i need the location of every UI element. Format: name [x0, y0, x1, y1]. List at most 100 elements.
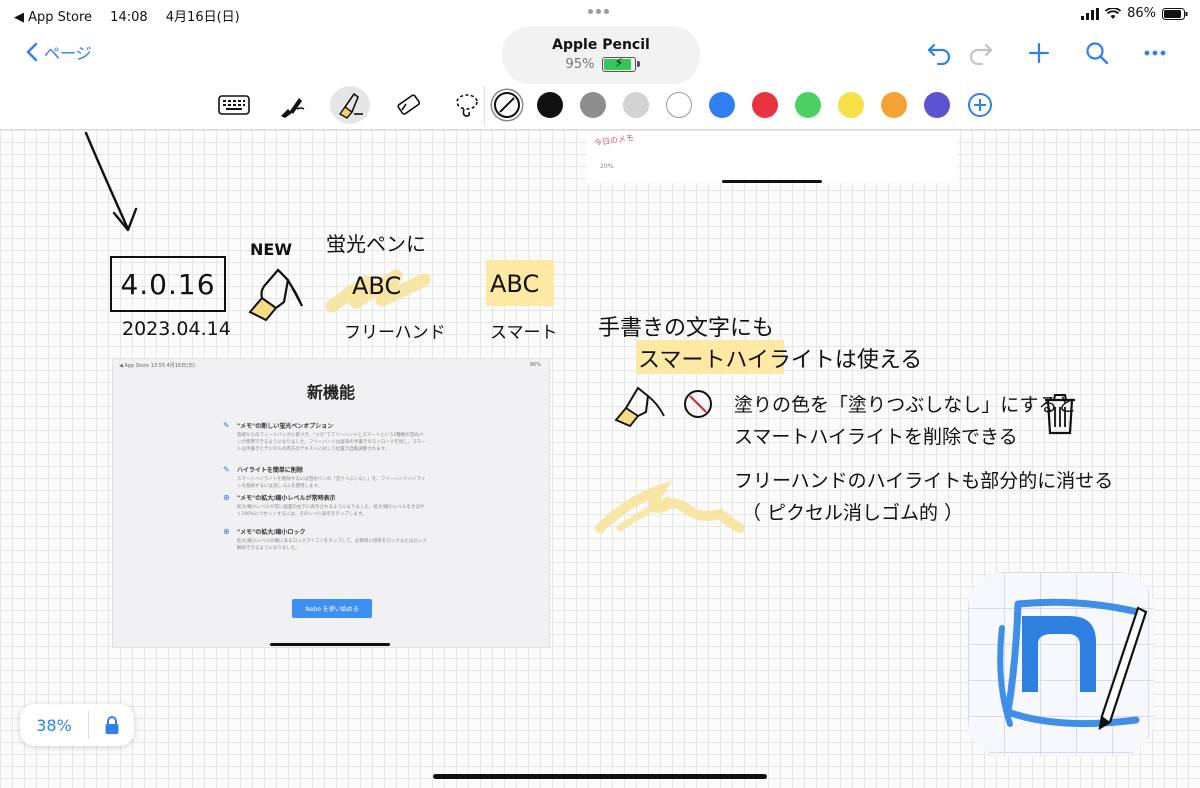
top-actions: [920, 38, 1174, 68]
color-palette: [494, 86, 993, 124]
plus-icon: [1028, 42, 1050, 64]
image-resize-handle[interactable]: [270, 643, 390, 646]
embedded-top-text: 今日のメモ: [593, 133, 635, 148]
zoom-level-button[interactable]: 38%: [20, 716, 88, 735]
battery-icon: [1162, 7, 1188, 20]
note-line-1: 手書きの文字にも: [598, 316, 775, 341]
tool-picker: [214, 86, 486, 124]
back-to-app-link[interactable]: ◀ App Store: [14, 10, 92, 25]
status-bar-right: 86%: [1081, 6, 1188, 21]
delete-line-1: 塗りの色を「塗りつぶしなし」にすると: [734, 394, 1077, 416]
redo-icon: [969, 43, 993, 65]
color-swatch-red[interactable]: [752, 92, 778, 118]
note-line-2: スマートハイライトは使える: [638, 342, 922, 374]
color-swatch-white[interactable]: [666, 92, 692, 118]
more-button[interactable]: [1136, 38, 1174, 68]
color-swatch-gray[interactable]: [580, 92, 606, 118]
delete-line-2: スマートハイライトを削除できる: [734, 426, 1018, 448]
pen-tool[interactable]: [272, 86, 312, 124]
more-icon: [1144, 50, 1166, 56]
pencil-battery-percent: 95%: [565, 57, 595, 72]
status-date: 4月16日(日): [165, 10, 240, 25]
highlighter-icon: ✎: [223, 465, 230, 474]
shot-feature-1: ✎ "メモ"の新しい蛍光ペンオプション 皆様からのフィードバックに基づき、"メモ…: [223, 421, 427, 453]
add-button[interactable]: [1020, 38, 1058, 68]
nebo-app-icon: [968, 572, 1154, 756]
shot-feature-heading: "メモ"の新しい蛍光ペンオプション: [237, 423, 334, 430]
lasso-icon: [456, 94, 478, 117]
search-button[interactable]: [1078, 38, 1116, 68]
shot-feature-body: 拡大/縮小レベルの横にあるロックアイコンをタップして、必要時に倍率をロックまたは…: [237, 539, 427, 551]
top-bar: ◀ App Store 14:08 4月16日(日) 86% ページ Apple…: [0, 0, 1200, 130]
shot-feature-4: ⊕ "メモ"の拡大/縮小ロック 拡大/縮小レベルの横にあるロックアイコンをタップ…: [223, 527, 427, 552]
chevron-left-icon: [26, 42, 38, 62]
highlighter-drawing-icon: [248, 268, 303, 322]
partial-freehand-highlight: [595, 480, 745, 533]
highlighter-drawing-icon-2: [614, 386, 665, 428]
color-swatch-none[interactable]: [494, 92, 520, 118]
embedded-whats-new-screenshot[interactable]: ◀ App Store 13:55 4月16日(日) 90% 新機能 ✎ "メモ…: [112, 358, 550, 648]
color-swatch-blue[interactable]: [709, 92, 735, 118]
color-swatch-black[interactable]: [537, 92, 563, 118]
color-swatch-green[interactable]: [795, 92, 821, 118]
back-to-pages-button[interactable]: ページ: [26, 40, 92, 64]
plus-circle-icon: [968, 93, 992, 117]
zoom-control: 38%: [20, 704, 134, 746]
charging-battery-icon: ⚡: [602, 56, 641, 72]
arrow-drawing: [84, 131, 138, 232]
trash-icon: [1045, 394, 1075, 435]
embedded-top-handle: [722, 180, 822, 183]
nebo-logo-icon: [997, 598, 1148, 731]
zoom-icon: ⊕: [223, 527, 230, 536]
back-label: ページ: [44, 44, 92, 63]
new-label: NEW: [250, 240, 292, 259]
home-indicator[interactable]: [433, 774, 767, 779]
version-number: 4.0.16: [110, 256, 226, 312]
shot-feature-3: ⊕ "メモ"の拡大/縮小レベルが常時表示 拡大/縮小レベルが常に画面の左下に表示…: [223, 493, 427, 518]
status-time: 14:08: [110, 10, 148, 25]
shot-status-left: ◀ App Store 13:55 4月16日(日): [119, 363, 196, 369]
color-swatch-orange[interactable]: [881, 92, 907, 118]
signal-icon: [1081, 7, 1100, 20]
shot-feature-body: 皆様からのフィードバックに基づき、"メモ"でフリーハンドとスマートという2種類の…: [237, 433, 426, 452]
multitasking-dots[interactable]: [588, 9, 609, 14]
shot-start-button: Nebo を使い始める: [292, 599, 372, 618]
keyboard-tool[interactable]: [214, 86, 254, 124]
zoom-icon: ⊕: [223, 493, 230, 502]
highlighter-icon: [338, 92, 363, 119]
no-fill-icon: [684, 390, 712, 418]
embedded-image-top: 今日のメモ 20%: [586, 131, 958, 183]
zoom-lock-button[interactable]: [89, 715, 134, 735]
toolbar-divider: [484, 86, 485, 126]
add-color-button[interactable]: [967, 92, 993, 118]
redo-button[interactable]: [962, 38, 1000, 68]
abc-smart: ABC: [490, 270, 540, 298]
highlighter-tool[interactable]: [330, 86, 370, 124]
shot-status-right: 90%: [529, 362, 541, 368]
undo-icon: [927, 43, 951, 65]
highlighter-icon: ✎: [223, 421, 230, 430]
release-date: 2023.04.14: [122, 318, 231, 340]
search-icon: [1086, 42, 1109, 65]
highlighter-caption: 蛍光ペンに: [326, 232, 426, 256]
smart-caption: スマート: [490, 323, 558, 343]
shot-feature-body: スマートハイライトを削除するには蛍光ペンの「塗りつぶしなし」を、フリーハンドハイ…: [237, 477, 426, 489]
color-swatch-yellow[interactable]: [838, 92, 864, 118]
color-swatch-light-gray[interactable]: [623, 92, 649, 118]
pen-icon: [281, 98, 305, 118]
keyboard-icon: [218, 95, 250, 115]
color-swatch-purple[interactable]: [924, 92, 950, 118]
undo-button[interactable]: [920, 38, 958, 68]
no-fill-icon: [499, 97, 515, 113]
apple-pencil-status: Apple Pencil 95% ⚡: [502, 26, 700, 84]
lasso-tool[interactable]: [446, 86, 486, 124]
shot-feature-2: ✎ ハイライトを簡単に削除 スマートハイライトを削除するには蛍光ペンの「塗りつぶ…: [223, 465, 427, 490]
shot-feature-heading: "メモ"の拡大/縮小ロック: [237, 529, 306, 536]
shot-feature-body: 拡大/縮小レベルが常に画面の左下に表示されるようになりました。拡大/縮小レベルを…: [237, 505, 425, 517]
shot-feature-heading: "メモ"の拡大/縮小レベルが常時表示: [237, 495, 336, 502]
embedded-top-pct: 20%: [600, 163, 614, 170]
eraser-tool[interactable]: [388, 86, 428, 124]
note-line-2-rest: は使える: [834, 348, 923, 373]
note-line-2-highlighted: スマートハイライト: [638, 348, 835, 373]
status-bar-left: ◀ App Store 14:08 4月16日(日): [14, 6, 240, 25]
